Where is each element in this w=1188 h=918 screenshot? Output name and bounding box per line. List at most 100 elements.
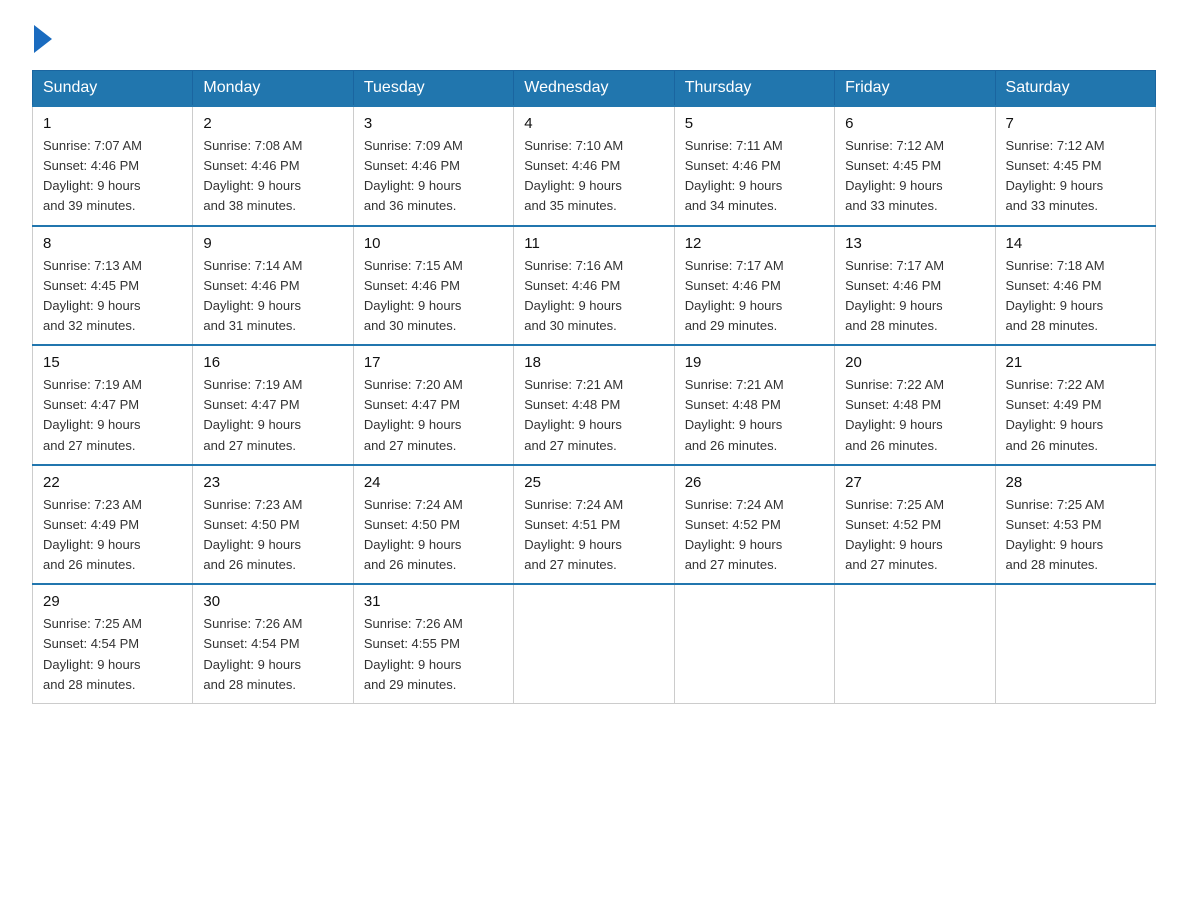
- day-number: 26: [685, 474, 824, 491]
- weekday-header-sunday: Sunday: [33, 71, 193, 107]
- day-info: Sunrise: 7:24 AMSunset: 4:52 PMDaylight:…: [685, 495, 824, 576]
- calendar-cell: [514, 584, 674, 703]
- weekday-header-friday: Friday: [835, 71, 995, 107]
- calendar-cell: 9Sunrise: 7:14 AMSunset: 4:46 PMDaylight…: [193, 226, 353, 346]
- calendar-cell: 20 Sunrise: 7:22 AMSunset: 4:48 PMDayligh…: [835, 345, 995, 465]
- day-number: 20: [845, 354, 984, 371]
- calendar-cell: 30Sunrise: 7:26 AMSunset: 4:54 PMDayligh…: [193, 584, 353, 703]
- day-info: Sunrise: 7:23 AMSunset: 4:50 PMDaylight:…: [203, 495, 342, 576]
- calendar-cell: 15 Sunrise: 7:19 AMSunset: 4:47 PMDayligh…: [33, 345, 193, 465]
- day-info: Sunrise: 7:09 AMSunset: 4:46 PMDaylight:…: [364, 136, 503, 217]
- day-number: 25: [524, 474, 663, 491]
- day-info: Sunrise: 7:20 AMSunset: 4:47 PMDaylight:…: [364, 375, 503, 456]
- calendar-cell: 27 Sunrise: 7:25 AMSunset: 4:52 PMDayligh…: [835, 465, 995, 585]
- day-info: Sunrise: 7:13 AMSunset: 4:45 PMDaylight:…: [43, 256, 182, 337]
- day-number: 7: [1006, 115, 1145, 132]
- day-info: Sunrise: 7:25 AMSunset: 4:53 PMDaylight:…: [1006, 495, 1145, 576]
- day-info: Sunrise: 7:22 AMSunset: 4:48 PMDaylight:…: [845, 375, 984, 456]
- weekday-header-saturday: Saturday: [995, 71, 1155, 107]
- weekday-header-thursday: Thursday: [674, 71, 834, 107]
- day-info: Sunrise: 7:18 AMSunset: 4:46 PMDaylight:…: [1006, 256, 1145, 337]
- weekday-header-row: SundayMondayTuesdayWednesdayThursdayFrid…: [33, 71, 1156, 107]
- calendar-cell: [995, 584, 1155, 703]
- day-info: Sunrise: 7:19 AMSunset: 4:47 PMDaylight:…: [203, 375, 342, 456]
- day-number: 17: [364, 354, 503, 371]
- calendar-cell: 4 Sunrise: 7:10 AMSunset: 4:46 PMDaylight…: [514, 106, 674, 226]
- day-info: Sunrise: 7:11 AMSunset: 4:46 PMDaylight:…: [685, 136, 824, 217]
- calendar-cell: 10 Sunrise: 7:15 AMSunset: 4:46 PMDayligh…: [353, 226, 513, 346]
- day-number: 4: [524, 115, 663, 132]
- day-info: Sunrise: 7:21 AMSunset: 4:48 PMDaylight:…: [524, 375, 663, 456]
- day-number: 13: [845, 235, 984, 252]
- week-row-2: 8 Sunrise: 7:13 AMSunset: 4:45 PMDaylight…: [33, 226, 1156, 346]
- calendar-cell: 11 Sunrise: 7:16 AMSunset: 4:46 PMDayligh…: [514, 226, 674, 346]
- day-number: 23: [203, 474, 342, 491]
- day-number: 8: [43, 235, 182, 252]
- calendar-cell: 28 Sunrise: 7:25 AMSunset: 4:53 PMDayligh…: [995, 465, 1155, 585]
- day-number: 27: [845, 474, 984, 491]
- calendar-cell: 16 Sunrise: 7:19 AMSunset: 4:47 PMDayligh…: [193, 345, 353, 465]
- calendar-cell: 29 Sunrise: 7:25 AMSunset: 4:54 PMDayligh…: [33, 584, 193, 703]
- calendar-cell: 7 Sunrise: 7:12 AMSunset: 4:45 PMDaylight…: [995, 106, 1155, 226]
- day-number: 28: [1006, 474, 1145, 491]
- day-number: 19: [685, 354, 824, 371]
- calendar-cell: 14 Sunrise: 7:18 AMSunset: 4:46 PMDayligh…: [995, 226, 1155, 346]
- day-number: 6: [845, 115, 984, 132]
- calendar-cell: 6 Sunrise: 7:12 AMSunset: 4:45 PMDaylight…: [835, 106, 995, 226]
- day-number: 3: [364, 115, 503, 132]
- day-info: Sunrise: 7:17 AMSunset: 4:46 PMDaylight:…: [685, 256, 824, 337]
- day-number: 29: [43, 593, 182, 610]
- day-info: Sunrise: 7:21 AMSunset: 4:48 PMDaylight:…: [685, 375, 824, 456]
- logo-arrow-icon: [34, 25, 52, 53]
- calendar-cell: 19 Sunrise: 7:21 AMSunset: 4:48 PMDayligh…: [674, 345, 834, 465]
- week-row-5: 29 Sunrise: 7:25 AMSunset: 4:54 PMDayligh…: [33, 584, 1156, 703]
- day-info: Sunrise: 7:25 AMSunset: 4:52 PMDaylight:…: [845, 495, 984, 576]
- day-number: 9: [203, 235, 342, 252]
- day-info: Sunrise: 7:10 AMSunset: 4:46 PMDaylight:…: [524, 136, 663, 217]
- day-info: Sunrise: 7:24 AMSunset: 4:50 PMDaylight:…: [364, 495, 503, 576]
- week-row-1: 1Sunrise: 7:07 AMSunset: 4:46 PMDaylight…: [33, 106, 1156, 226]
- week-row-3: 15 Sunrise: 7:19 AMSunset: 4:47 PMDayligh…: [33, 345, 1156, 465]
- day-number: 30: [203, 593, 342, 610]
- weekday-header-wednesday: Wednesday: [514, 71, 674, 107]
- calendar-cell: 31Sunrise: 7:26 AMSunset: 4:55 PMDayligh…: [353, 584, 513, 703]
- day-number: 2: [203, 115, 342, 132]
- day-number: 14: [1006, 235, 1145, 252]
- calendar-table: SundayMondayTuesdayWednesdayThursdayFrid…: [32, 70, 1156, 704]
- day-info: Sunrise: 7:26 AMSunset: 4:55 PMDaylight:…: [364, 614, 503, 695]
- weekday-header-tuesday: Tuesday: [353, 71, 513, 107]
- weekday-header-monday: Monday: [193, 71, 353, 107]
- calendar-cell: 8 Sunrise: 7:13 AMSunset: 4:45 PMDaylight…: [33, 226, 193, 346]
- day-info: Sunrise: 7:23 AMSunset: 4:49 PMDaylight:…: [43, 495, 182, 576]
- calendar-cell: 22 Sunrise: 7:23 AMSunset: 4:49 PMDayligh…: [33, 465, 193, 585]
- calendar-cell: 26 Sunrise: 7:24 AMSunset: 4:52 PMDayligh…: [674, 465, 834, 585]
- day-number: 15: [43, 354, 182, 371]
- day-number: 5: [685, 115, 824, 132]
- calendar-cell: 24Sunrise: 7:24 AMSunset: 4:50 PMDayligh…: [353, 465, 513, 585]
- day-info: Sunrise: 7:24 AMSunset: 4:51 PMDaylight:…: [524, 495, 663, 576]
- day-number: 16: [203, 354, 342, 371]
- calendar-cell: 25 Sunrise: 7:24 AMSunset: 4:51 PMDayligh…: [514, 465, 674, 585]
- day-info: Sunrise: 7:25 AMSunset: 4:54 PMDaylight:…: [43, 614, 182, 695]
- day-number: 10: [364, 235, 503, 252]
- day-number: 12: [685, 235, 824, 252]
- calendar-cell: [835, 584, 995, 703]
- day-number: 11: [524, 235, 663, 252]
- day-number: 22: [43, 474, 182, 491]
- day-info: Sunrise: 7:15 AMSunset: 4:46 PMDaylight:…: [364, 256, 503, 337]
- calendar-cell: 23 Sunrise: 7:23 AMSunset: 4:50 PMDayligh…: [193, 465, 353, 585]
- day-info: Sunrise: 7:08 AMSunset: 4:46 PMDaylight:…: [203, 136, 342, 217]
- day-info: Sunrise: 7:22 AMSunset: 4:49 PMDaylight:…: [1006, 375, 1145, 456]
- week-row-4: 22 Sunrise: 7:23 AMSunset: 4:49 PMDayligh…: [33, 465, 1156, 585]
- page-header: [32, 24, 1156, 52]
- day-info: Sunrise: 7:19 AMSunset: 4:47 PMDaylight:…: [43, 375, 182, 456]
- calendar-cell: 5 Sunrise: 7:11 AMSunset: 4:46 PMDaylight…: [674, 106, 834, 226]
- calendar-cell: 17 Sunrise: 7:20 AMSunset: 4:47 PMDayligh…: [353, 345, 513, 465]
- calendar-cell: 18Sunrise: 7:21 AMSunset: 4:48 PMDayligh…: [514, 345, 674, 465]
- day-info: Sunrise: 7:12 AMSunset: 4:45 PMDaylight:…: [1006, 136, 1145, 217]
- day-info: Sunrise: 7:17 AMSunset: 4:46 PMDaylight:…: [845, 256, 984, 337]
- calendar-cell: 12 Sunrise: 7:17 AMSunset: 4:46 PMDayligh…: [674, 226, 834, 346]
- calendar-cell: 21Sunrise: 7:22 AMSunset: 4:49 PMDayligh…: [995, 345, 1155, 465]
- day-info: Sunrise: 7:16 AMSunset: 4:46 PMDaylight:…: [524, 256, 663, 337]
- day-info: Sunrise: 7:12 AMSunset: 4:45 PMDaylight:…: [845, 136, 984, 217]
